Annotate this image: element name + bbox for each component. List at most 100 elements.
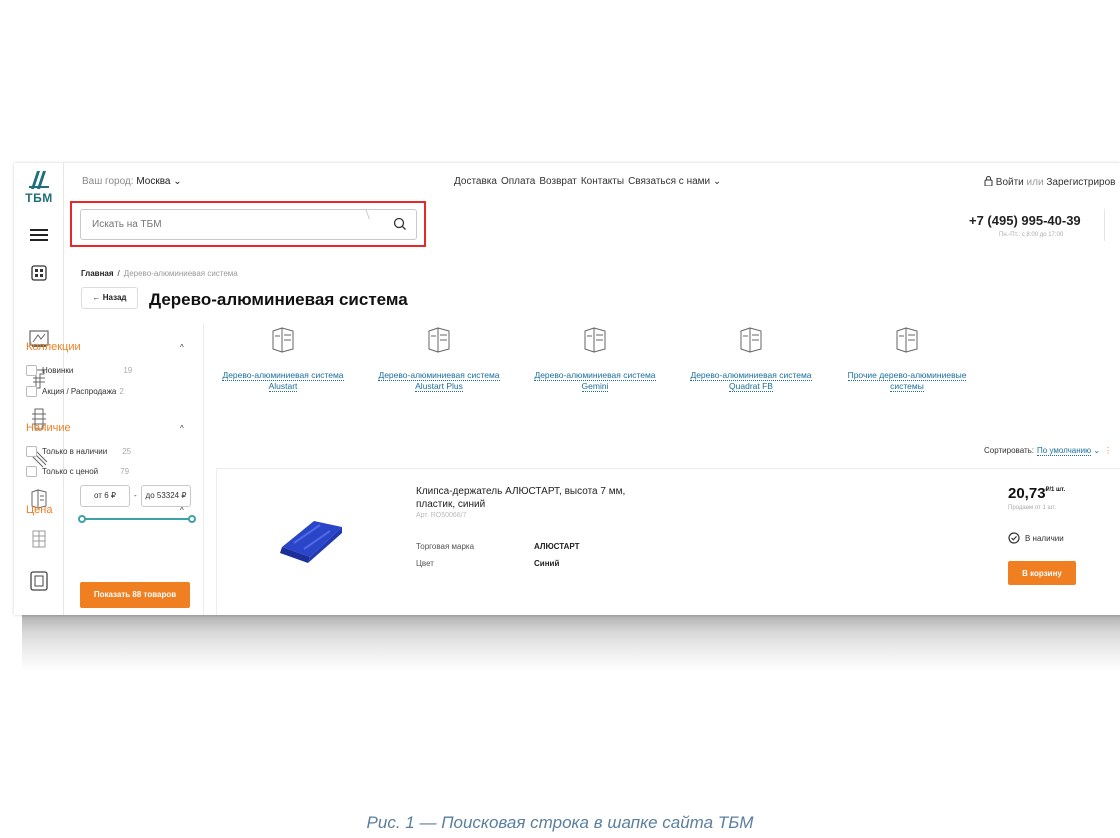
category-label[interactable]: Дерево-алюминиевая система Gemini: [520, 370, 670, 392]
price-unit: ₽/1 шт.: [1045, 487, 1066, 493]
price-slider-min-handle[interactable]: [78, 515, 86, 523]
stock-label: В наличии: [1025, 533, 1064, 543]
screenshot-shadow: [22, 612, 1120, 672]
view-options-icon[interactable]: ⋮: [1104, 446, 1112, 455]
nav-contacts[interactable]: Контакты: [581, 176, 624, 187]
product-attr-value: АЛЮСТАРТ: [534, 542, 580, 551]
work-hours: Пн.-Пт.: с 8:00 до 17:00: [999, 232, 1064, 238]
checkbox[interactable]: [26, 445, 37, 457]
filter-option-sale[interactable]: Акция / Распродажа 2: [26, 385, 124, 397]
city-name: Москва: [136, 176, 171, 187]
breadcrumb: Главная / Дерево-алюминиевая система: [81, 269, 238, 278]
product-attr-label: Торговая марка: [416, 542, 475, 551]
figure-caption: Рис. 1 — Поисковая строка в шапке сайта …: [366, 813, 754, 832]
breadcrumb-separator: /: [117, 269, 120, 278]
min-sale-note: Продаем от 1 шт.: [1008, 505, 1057, 511]
product-price: 20,73₽/1 шт.: [1008, 485, 1065, 502]
product-attr-value: Синий: [534, 559, 560, 568]
back-label: Назад: [102, 293, 127, 302]
stock-status: В наличии: [1008, 532, 1064, 544]
price-to-input[interactable]: до 53324 ₽: [141, 485, 191, 507]
wood-aluminium-window-icon: [740, 327, 762, 353]
category-label[interactable]: Дерево-алюминиевая система Alustart Plus: [364, 370, 514, 392]
filter-option-count: 25: [122, 446, 132, 456]
menu-icon[interactable]: [27, 223, 51, 247]
filter-price-title[interactable]: Цена: [26, 504, 52, 516]
product-article: Арт. RO50066/7: [416, 512, 467, 519]
back-button[interactable]: ← Назад: [81, 287, 138, 309]
city-prefix: Ваш город:: [82, 176, 134, 187]
nav-contact-us-label: Связаться с нами: [628, 176, 711, 187]
filter-option-count: 79: [120, 466, 130, 476]
filter-availability-title[interactable]: Наличие: [26, 422, 71, 434]
add-to-cart-button[interactable]: В корзину: [1008, 561, 1076, 585]
filter-option-label: Акция / Распродажа: [42, 386, 117, 396]
filter-option-in-stock[interactable]: Только в наличии 25: [26, 445, 131, 457]
nav-payment[interactable]: Оплата: [501, 176, 535, 187]
login-or: или: [1026, 177, 1044, 188]
category-card[interactable]: Дерево-алюминиевая система Gemini: [520, 326, 670, 392]
register-link[interactable]: Зарегистриров: [1046, 177, 1115, 188]
price-slider-max-handle[interactable]: [188, 515, 196, 523]
chevron-up-icon[interactable]: ^: [180, 506, 184, 515]
wood-aluminium-window-icon: [896, 327, 918, 353]
chevron-down-icon[interactable]: ⌄: [1093, 446, 1100, 455]
wood-aluminium-window-icon: [272, 327, 294, 353]
city-selector[interactable]: Ваш город: Москва ⌄: [82, 176, 182, 187]
chevron-down-icon: ⌄: [712, 176, 722, 187]
search-icon[interactable]: [392, 216, 408, 232]
lock-icon: [984, 176, 993, 187]
price-slider-track: [82, 518, 192, 520]
filter-collections-title[interactable]: Коллекции: [26, 341, 81, 353]
phone-number[interactable]: +7 (495) 995-40-39: [969, 213, 1081, 228]
category-label[interactable]: Дерево-алюминиевая система Quadrat FB: [676, 370, 826, 392]
checkbox[interactable]: [26, 465, 37, 477]
checkbox[interactable]: [26, 364, 37, 376]
filter-option-label: Только в наличии: [42, 446, 108, 456]
logo-mark-icon: [29, 171, 49, 189]
category-label[interactable]: Дерево-алюминиевая система Alustart: [208, 370, 358, 392]
show-products-button[interactable]: Показать 88 товаров: [80, 582, 190, 608]
category-card[interactable]: Дерево-алюминиевая система Quadrat FB: [676, 326, 826, 392]
price-from-input[interactable]: от 6 ₽: [80, 485, 130, 507]
filter-option-label: Новинки: [42, 365, 74, 375]
category-door-icon[interactable]: [27, 569, 51, 593]
filter-option-with-price[interactable]: Только с ценой 79: [26, 465, 129, 477]
page-title: Дерево-алюминиевая система: [149, 290, 408, 309]
check-circle-icon: [1008, 532, 1020, 544]
wood-aluminium-window-icon: [428, 327, 450, 353]
sort-select[interactable]: По умолчанию: [1037, 446, 1092, 456]
checkbox[interactable]: [26, 385, 37, 397]
login-link[interactable]: Войти: [996, 177, 1024, 188]
breadcrumb-current: Дерево-алюминиевая система: [123, 269, 238, 278]
chevron-up-icon[interactable]: ^: [180, 424, 184, 433]
filter-option-label: Только с ценой: [42, 466, 99, 476]
nav-contact-us[interactable]: Связаться с нами ⌄: [628, 176, 721, 187]
category-card[interactable]: Дерево-алюминиевая система Alustart Plus: [364, 326, 514, 392]
chevron-up-icon[interactable]: ^: [180, 343, 184, 352]
category-label[interactable]: Прочие дерево-алюминиевые системы: [832, 370, 982, 392]
logo[interactable]: ТБМ: [20, 171, 58, 211]
breadcrumb-home[interactable]: Главная: [81, 269, 114, 278]
category-card[interactable]: Прочие дерево-алюминиевые системы: [832, 326, 982, 392]
filter-option-count: 2: [119, 386, 124, 396]
filter-option-new[interactable]: Новинки 19: [26, 364, 132, 376]
product-image[interactable]: [276, 513, 348, 565]
nav-delivery[interactable]: Доставка: [454, 176, 497, 187]
chevron-down-icon: ⌄: [173, 176, 182, 187]
category-panel-icon[interactable]: [27, 527, 51, 551]
login-area: Войти или Зарегистриров: [984, 176, 1115, 188]
product-name[interactable]: Клипса-держатель АЛЮСТАРТ, высота 7 мм, …: [416, 485, 646, 511]
screenshot-frame: ТБМ Ваш город: Москва ⌄ Доставка Оплата …: [14, 163, 1120, 615]
top-nav: Доставка Оплата Возврат Контакты Связать…: [454, 176, 721, 187]
wood-aluminium-window-icon: [584, 327, 606, 353]
catalog-grid-icon[interactable]: [27, 261, 51, 285]
price-dash: -: [134, 491, 137, 500]
filter-option-count: 19: [123, 365, 133, 375]
arrow-left-icon: ←: [92, 293, 101, 302]
top-bar: Ваш город: Москва ⌄ Доставка Оплата Возв…: [64, 163, 1120, 195]
nav-return[interactable]: Возврат: [539, 176, 577, 187]
header-divider: [1104, 209, 1105, 241]
category-card[interactable]: Дерево-алюминиевая система Alustart: [208, 326, 358, 392]
product-attr-label: Цвет: [416, 559, 434, 568]
